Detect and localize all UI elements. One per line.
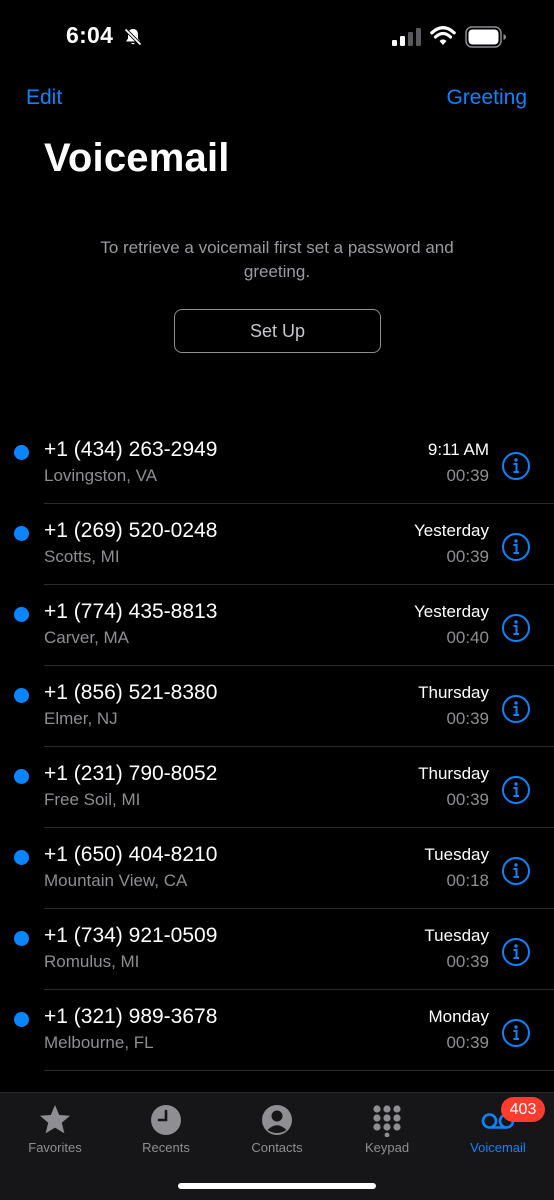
status-time: 6:04 bbox=[66, 22, 114, 48]
caller-number: +1 (434) 263-2949 bbox=[44, 438, 218, 461]
edit-button[interactable]: Edit bbox=[26, 86, 62, 110]
caller-location: Scotts, MI bbox=[44, 547, 120, 566]
voicemail-time: 9:11 AM bbox=[427, 440, 489, 459]
tab-label: Recents bbox=[142, 1140, 190, 1155]
voicemail-row[interactable]: +1 (856) 521-8380 Elmer, NJ Thursday 00:… bbox=[0, 666, 554, 747]
greeting-button[interactable]: Greeting bbox=[446, 86, 527, 110]
voicemail-time: Tuesday bbox=[424, 926, 489, 945]
unread-dot bbox=[14, 526, 29, 541]
voicemail-time: Thursday bbox=[418, 683, 489, 702]
bell-slash-icon bbox=[124, 28, 142, 46]
caller-location: Romulus, MI bbox=[44, 952, 140, 971]
wifi-icon bbox=[430, 26, 456, 45]
caller-location: Mountain View, CA bbox=[44, 871, 188, 890]
voicemail-time: Yesterday bbox=[414, 521, 489, 540]
voicemail-list: +1 (434) 263-2949 Lovingston, VA 9:11 AM… bbox=[0, 423, 554, 1071]
keypad-icon bbox=[373, 1105, 401, 1137]
info-icon[interactable] bbox=[501, 1018, 531, 1048]
status-bar: 6:04 bbox=[0, 0, 554, 70]
voicemail-duration: 00:39 bbox=[446, 952, 489, 971]
unread-dot bbox=[14, 688, 29, 703]
voicemail-count-badge: 403 bbox=[501, 1097, 545, 1122]
unread-dot bbox=[14, 850, 29, 865]
caller-number: +1 (734) 921-0509 bbox=[44, 924, 218, 947]
voicemail-row[interactable]: +1 (774) 435-8813 Carver, MA Yesterday 0… bbox=[0, 585, 554, 666]
voicemail-row[interactable]: +1 (321) 989-3678 Melbourne, FL Monday 0… bbox=[0, 990, 554, 1071]
info-icon[interactable] bbox=[501, 694, 531, 724]
caller-location: Melbourne, FL bbox=[44, 1033, 154, 1052]
caller-number: +1 (774) 435-8813 bbox=[44, 600, 218, 623]
caller-number: +1 (650) 404-8210 bbox=[44, 843, 218, 866]
voicemail-duration: 00:39 bbox=[446, 466, 489, 485]
unread-dot bbox=[14, 445, 29, 460]
voicemail-row[interactable]: +1 (650) 404-8210 Mountain View, CA Tues… bbox=[0, 828, 554, 909]
battery-icon bbox=[465, 26, 506, 48]
voicemail-row[interactable]: +1 (734) 921-0509 Romulus, MI Tuesday 00… bbox=[0, 909, 554, 990]
voicemail-time: Thursday bbox=[418, 764, 489, 783]
voicemail-time: Yesterday bbox=[414, 602, 489, 621]
tab-label: Voicemail bbox=[470, 1140, 526, 1155]
tab-contacts[interactable]: Contacts bbox=[222, 1093, 332, 1163]
voicemail-row[interactable]: +1 (269) 520-0248 Scotts, MI Yesterday 0… bbox=[0, 504, 554, 585]
tab-keypad[interactable]: Keypad bbox=[332, 1093, 442, 1163]
tab-label: Keypad bbox=[364, 1140, 410, 1155]
info-icon[interactable] bbox=[501, 532, 531, 562]
tab-favorites[interactable]: Favorites bbox=[0, 1093, 110, 1163]
voicemail-duration: 00:39 bbox=[446, 790, 489, 809]
caller-location: Carver, MA bbox=[44, 628, 130, 647]
voicemail-duration: 00:18 bbox=[446, 871, 489, 890]
setup-message: To retrieve a voicemail first set a pass… bbox=[100, 238, 454, 281]
unread-dot bbox=[14, 769, 29, 784]
voicemail-row[interactable]: +1 (231) 790-8052 Free Soil, MI Thursday… bbox=[0, 747, 554, 828]
info-icon[interactable] bbox=[501, 937, 531, 967]
voicemail-time: Tuesday bbox=[424, 845, 489, 864]
caller-number: +1 (231) 790-8052 bbox=[44, 762, 218, 785]
voicemail-duration: 00:40 bbox=[446, 628, 489, 647]
info-icon[interactable] bbox=[501, 856, 531, 886]
voicemail-time: Monday bbox=[428, 1007, 489, 1026]
voicemail-screen: 6:04 Edit Greeting Voicemail To retrieve… bbox=[0, 0, 554, 1200]
info-icon[interactable] bbox=[501, 451, 531, 481]
caller-location: Elmer, NJ bbox=[44, 709, 118, 728]
tab-label: Favorites bbox=[28, 1140, 82, 1155]
star-icon bbox=[40, 1105, 70, 1134]
cellular-signal-icon bbox=[392, 28, 421, 46]
caller-location: Free Soil, MI bbox=[44, 790, 141, 809]
unread-dot bbox=[14, 931, 29, 946]
person-circle-icon bbox=[262, 1105, 292, 1135]
tab-recents[interactable]: Recents bbox=[111, 1093, 221, 1163]
caller-number: +1 (856) 521-8380 bbox=[44, 681, 218, 704]
clock-icon bbox=[151, 1105, 181, 1135]
voicemail-duration: 00:39 bbox=[446, 709, 489, 728]
unread-dot bbox=[14, 1012, 29, 1027]
caller-number: +1 (269) 520-0248 bbox=[44, 519, 218, 542]
page-title: Voicemail bbox=[44, 136, 230, 180]
set-up-button[interactable]: Set Up bbox=[174, 309, 381, 353]
voicemail-duration: 00:39 bbox=[446, 1033, 489, 1052]
tab-label: Contacts bbox=[251, 1140, 303, 1155]
voicemail-row[interactable]: +1 (434) 263-2949 Lovingston, VA 9:11 AM… bbox=[0, 423, 554, 504]
info-icon[interactable] bbox=[501, 775, 531, 805]
caller-location: Lovingston, VA bbox=[44, 466, 158, 485]
voicemail-duration: 00:39 bbox=[446, 547, 489, 566]
caller-number: +1 (321) 989-3678 bbox=[44, 1005, 218, 1028]
home-indicator[interactable] bbox=[178, 1183, 376, 1189]
unread-dot bbox=[14, 607, 29, 622]
info-icon[interactable] bbox=[501, 613, 531, 643]
